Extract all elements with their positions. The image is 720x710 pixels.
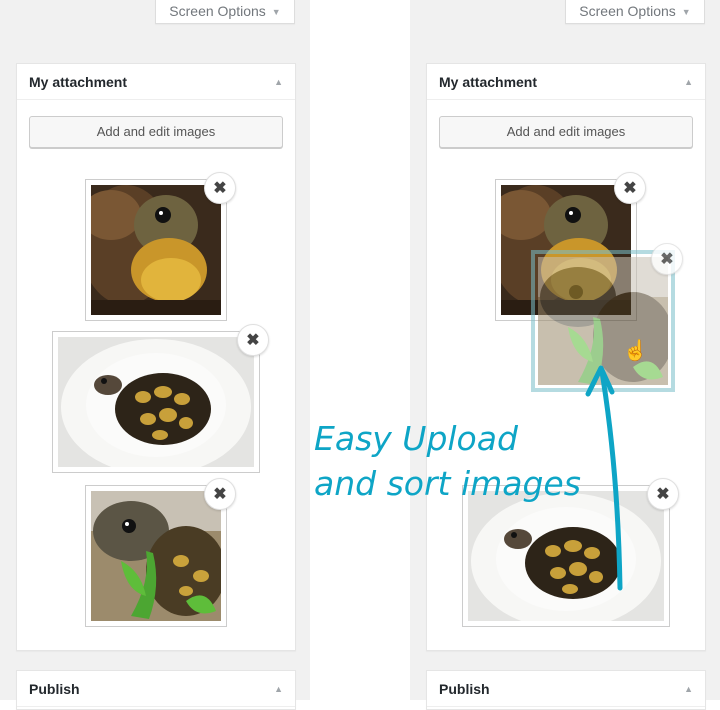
annotation-arrow-icon — [585, 365, 623, 591]
